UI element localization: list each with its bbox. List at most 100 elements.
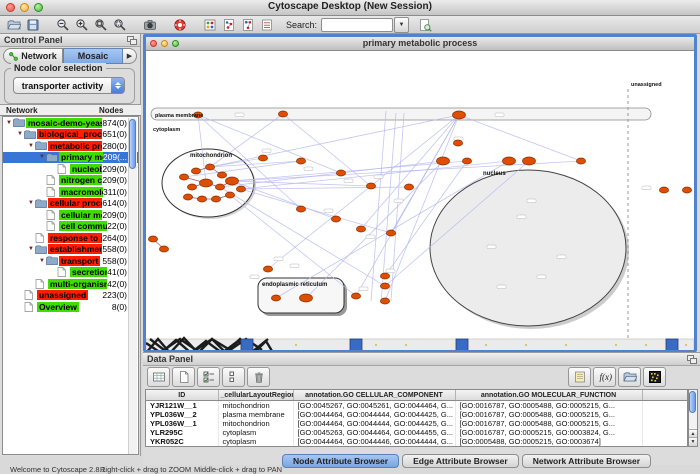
- table-scrollbar-thumb[interactable]: [689, 391, 696, 413]
- network-node[interactable]: [225, 192, 234, 198]
- table-cell[interactable]: [GO:0045263, GO:0044464, GO:0044455, G..…: [293, 428, 455, 437]
- delete-attribute-icon[interactable]: [247, 367, 270, 387]
- table-cell[interactable]: [GO:0005488, GO:0005215, GO:0003674]: [455, 437, 642, 446]
- import-attribute-file-icon[interactable]: [618, 367, 641, 387]
- open-session-icon[interactable]: [4, 17, 23, 33]
- network-node[interactable]: [236, 186, 245, 192]
- network-tree-row[interactable]: secretion41(0): [3, 267, 138, 279]
- zoom-out-icon[interactable]: [53, 17, 72, 33]
- table-cell[interactable]: mitochondrion: [218, 419, 293, 428]
- network-tree-row[interactable]: ▼establishment of lo558(0): [3, 244, 138, 256]
- network-tree-row[interactable]: nitrogen compo209(0): [3, 175, 138, 187]
- zoom-fit-icon[interactable]: [91, 17, 110, 33]
- table-cell[interactable]: mitochondrion: [218, 401, 293, 411]
- table-cell[interactable]: [GO:0016787, GO:0005488, GO:0005215, G..…: [455, 446, 642, 447]
- network-node[interactable]: [380, 298, 389, 304]
- tree-expander-icon[interactable]: ▼: [27, 246, 35, 252]
- column-header[interactable]: annotation.GO CELLULAR_COMPONENT: [293, 390, 455, 401]
- table-cell[interactable]: [GO:0044464, GO:0044446, GO:0044444, G..…: [293, 437, 455, 446]
- network-tree-row[interactable]: multi-organism pro42(0): [3, 278, 138, 290]
- scroll-down-icon[interactable]: ▼: [689, 437, 697, 446]
- manage-networks-icon[interactable]: [200, 17, 219, 33]
- create-attribute-icon[interactable]: [172, 367, 195, 387]
- table-cell[interactable]: [GO:0016787, GO:0005488, GO:0005215, G..…: [455, 419, 642, 428]
- network-tree-row[interactable]: macromolecule311(0): [3, 186, 138, 198]
- network-tree-row[interactable]: nucleobase-209(0): [3, 163, 138, 175]
- network-node[interactable]: [380, 283, 389, 289]
- float-panel-icon[interactable]: [127, 36, 136, 44]
- table-scrollbar[interactable]: ▲ ▼: [688, 389, 698, 447]
- network-node[interactable]: [296, 206, 305, 212]
- network-node[interactable]: [263, 266, 272, 272]
- import-network-icon[interactable]: [219, 17, 238, 33]
- network-tree-row[interactable]: ▼mosaic-demo-yeast874(0): [3, 117, 138, 129]
- network-node[interactable]: [191, 168, 200, 174]
- import-table-icon[interactable]: [238, 17, 257, 33]
- network-node[interactable]: [159, 246, 168, 252]
- network-node[interactable]: [503, 157, 516, 165]
- network-tree-row[interactable]: ▼biological_process651(0): [3, 129, 138, 141]
- network-node[interactable]: [576, 158, 585, 164]
- table-row[interactable]: YKR052Ccytoplasm[GO:0044464, GO:0044446,…: [146, 437, 687, 446]
- network-node[interactable]: [331, 216, 340, 222]
- snapshot-camera-icon[interactable]: [140, 17, 159, 33]
- tree-expander-icon[interactable]: ▼: [27, 200, 35, 206]
- data-panel-float-icon[interactable]: [687, 355, 696, 363]
- tree-expander-icon[interactable]: ▼: [27, 143, 35, 149]
- table-cell[interactable]: [GO:0016787, GO:0005488, GO:0005215, G..…: [455, 410, 642, 419]
- table-cell[interactable]: YDR039C__1: [146, 446, 218, 447]
- table-row[interactable]: YLR295Ccytoplasm[GO:0045263, GO:0044464,…: [146, 428, 687, 437]
- network-node[interactable]: [453, 140, 462, 146]
- zoom-in-icon[interactable]: [72, 17, 91, 33]
- tab-mosaic[interactable]: Mosaic: [63, 48, 123, 64]
- tree-scrollbar[interactable]: [128, 118, 137, 455]
- table-cell[interactable]: [GO:0016787, GO:0005488, GO:0005215, G..…: [455, 401, 642, 411]
- table-cell[interactable]: [GO:0044464, GO:0044444, GO:0044425, G..…: [293, 446, 455, 447]
- network-node[interactable]: [217, 172, 226, 178]
- table-row[interactable]: YJR121W__1mitochondrion[GO:0045267, GO:0…: [146, 401, 687, 411]
- advanced-search-icon[interactable]: [415, 17, 434, 33]
- formula-builder-icon[interactable]: f(x): [593, 367, 616, 387]
- network-node[interactable]: [205, 164, 214, 170]
- network-tree-row[interactable]: ▼metabolic process280(0): [3, 140, 138, 152]
- attribute-wizard-icon[interactable]: [257, 17, 276, 33]
- network-tree-row[interactable]: ▼cellular process614(0): [3, 198, 138, 210]
- network-node[interactable]: [682, 187, 691, 193]
- tree-expander-icon[interactable]: ▼: [16, 131, 24, 137]
- network-node[interactable]: [296, 158, 305, 164]
- tree-column-nodes[interactable]: Nodes: [99, 106, 123, 115]
- attribute-batch-icon[interactable]: [197, 367, 220, 387]
- network-node[interactable]: [183, 194, 192, 200]
- network-tree-row[interactable]: ▼transport558(0): [3, 255, 138, 267]
- tab-network[interactable]: Network: [3, 48, 63, 64]
- search-input[interactable]: [321, 18, 393, 32]
- column-header[interactable]: annotation.GO MOLECULAR_FUNCTION: [455, 390, 642, 401]
- network-node[interactable]: [200, 179, 213, 187]
- table-cell[interactable]: [GO:0016787, GO:0005215, GO:0003824, G..…: [455, 428, 642, 437]
- network-canvas[interactable]: plasma membranecytoplasmmitochondrionnuc…: [146, 51, 694, 350]
- network-tree-row[interactable]: ▼primary metabo209(...: [3, 152, 138, 164]
- help-lifebuoy-icon[interactable]: [170, 17, 189, 33]
- network-node[interactable]: [351, 293, 360, 299]
- search-dropdown-button[interactable]: ▼: [394, 17, 409, 33]
- network-node[interactable]: [215, 184, 224, 190]
- attribute-list-icon[interactable]: [222, 367, 245, 387]
- network-node[interactable]: [404, 184, 413, 190]
- network-node[interactable]: [258, 155, 267, 161]
- table-cell[interactable]: YPL036W__1: [146, 419, 218, 428]
- network-tree-row[interactable]: cellular metabo209(0): [3, 209, 138, 221]
- network-tree-row[interactable]: Overview8(0): [3, 301, 138, 313]
- attribute-matrix-icon[interactable]: [643, 367, 666, 387]
- column-header[interactable]: _cellularLayoutRegion: [218, 390, 293, 401]
- network-node[interactable]: [336, 170, 345, 176]
- network-node[interactable]: [523, 157, 536, 165]
- table-cell[interactable]: YLR295C: [146, 428, 218, 437]
- tree-expander-icon[interactable]: ▼: [38, 154, 46, 160]
- table-row[interactable]: YPL036W__1mitochondrion[GO:0044464, GO:0…: [146, 419, 687, 428]
- node-color-dropdown[interactable]: transporter activity: [13, 77, 125, 94]
- tree-expander-icon[interactable]: ▼: [5, 120, 13, 126]
- table-cell[interactable]: mitochondrion: [218, 446, 293, 447]
- table-row[interactable]: YPL036W__2plasma membrane[GO:0044464, GO…: [146, 410, 687, 419]
- table-cell[interactable]: [GO:0045267, GO:0045261, GO:0044464, G..…: [293, 401, 455, 411]
- table-cell[interactable]: cytoplasm: [218, 437, 293, 446]
